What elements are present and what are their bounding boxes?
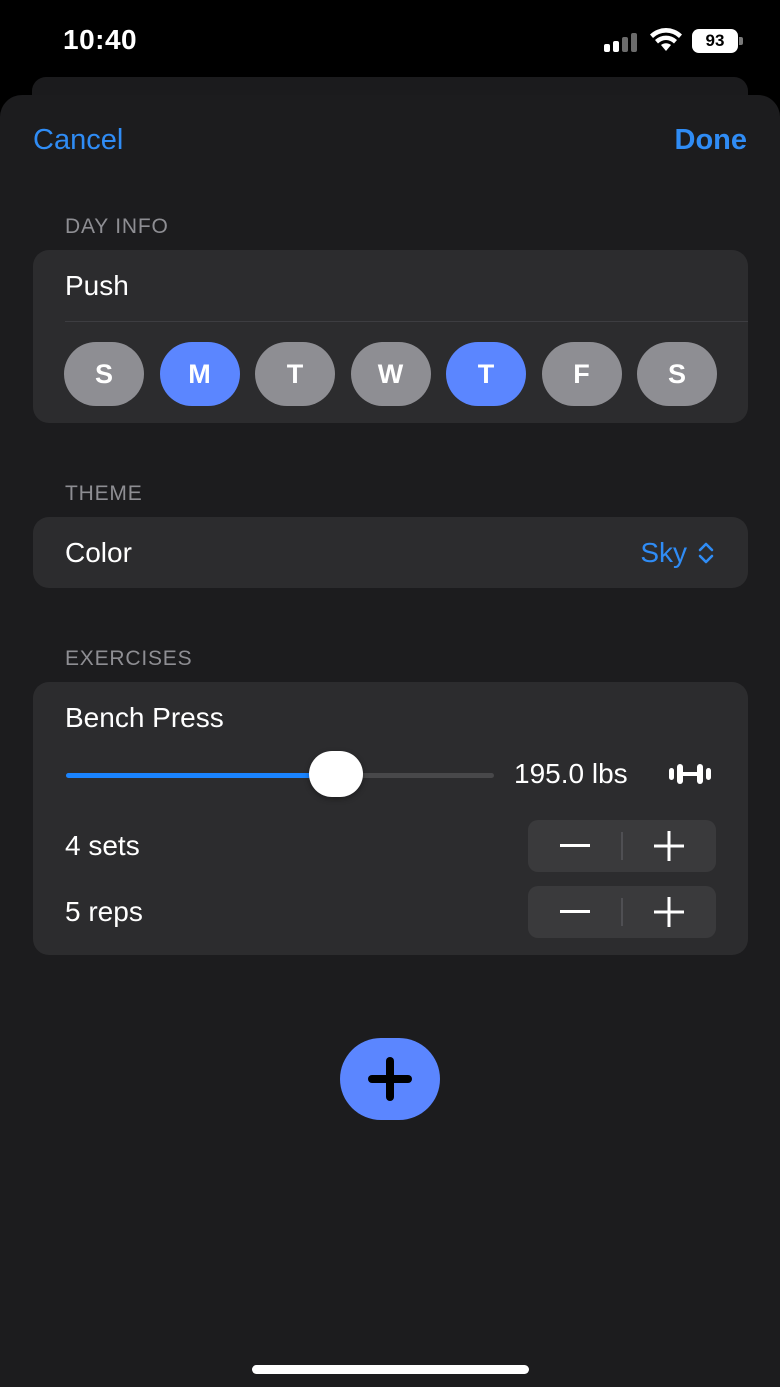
wifi-icon (650, 28, 682, 51)
section-header-theme: THEME (65, 482, 143, 505)
reps-increment-button[interactable] (622, 886, 716, 938)
exercise-card: Bench Press 195.0 lbs 4 sets 5 reps (33, 682, 748, 955)
cancel-button[interactable]: Cancel (33, 124, 123, 157)
day-toggle-3[interactable]: W (350, 342, 431, 406)
done-button[interactable]: Done (675, 124, 748, 157)
day-toggle-1[interactable]: M (159, 342, 240, 406)
divider (65, 321, 748, 322)
reps-stepper (528, 886, 716, 938)
day-toggle-6[interactable]: S (637, 342, 717, 406)
status-time: 10:40 (63, 24, 138, 55)
reps-decrement-button[interactable] (528, 886, 622, 938)
exercise-name[interactable]: Bench Press (65, 702, 224, 734)
add-exercise-plus-icon (368, 1057, 412, 1101)
sets-label: 4 sets (65, 830, 140, 861)
day-toggle-5[interactable]: F (541, 342, 622, 406)
weight-slider[interactable] (66, 773, 494, 778)
chevron-up-down-icon (698, 542, 714, 564)
cellular-signal-icon (604, 32, 640, 52)
weight-slider-thumb[interactable] (308, 751, 363, 797)
weight-value: 195.0 lbs (514, 758, 628, 789)
weight-slider-fill (66, 773, 336, 778)
add-exercise-button[interactable] (340, 1038, 440, 1120)
reps-label: 5 reps (65, 896, 143, 927)
day-toggle-2[interactable]: T (255, 342, 335, 406)
day-name-field[interactable]: Push (65, 270, 129, 302)
color-picker[interactable]: Sky (640, 537, 715, 569)
battery-level: 93 (692, 29, 738, 53)
sets-stepper (528, 820, 716, 872)
theme-group: Color Sky (33, 517, 748, 588)
sets-increment-button[interactable] (622, 820, 716, 872)
plus-icon (654, 897, 684, 927)
minus-icon (560, 910, 590, 913)
battery-icon: 93 (692, 29, 744, 53)
minus-icon (560, 844, 590, 847)
day-toggle-0[interactable]: S (64, 342, 144, 406)
section-header-exercises: EXERCISES (65, 647, 193, 670)
color-picker-value: Sky (640, 537, 687, 568)
color-label: Color (65, 537, 132, 568)
sets-decrement-button[interactable] (528, 820, 622, 872)
plus-icon (654, 831, 684, 861)
screen: 10:40 93 Cancel Done DAY INFO Push SMTWT… (0, 0, 780, 1387)
section-header-day-info: DAY INFO (65, 215, 169, 238)
day-info-group: Push SMTWTFS (33, 250, 748, 423)
home-indicator (252, 1365, 529, 1374)
status-bar: 10:40 93 (0, 0, 780, 80)
day-toggle-4[interactable]: T (446, 342, 526, 406)
dumbbell-icon[interactable] (668, 762, 712, 786)
